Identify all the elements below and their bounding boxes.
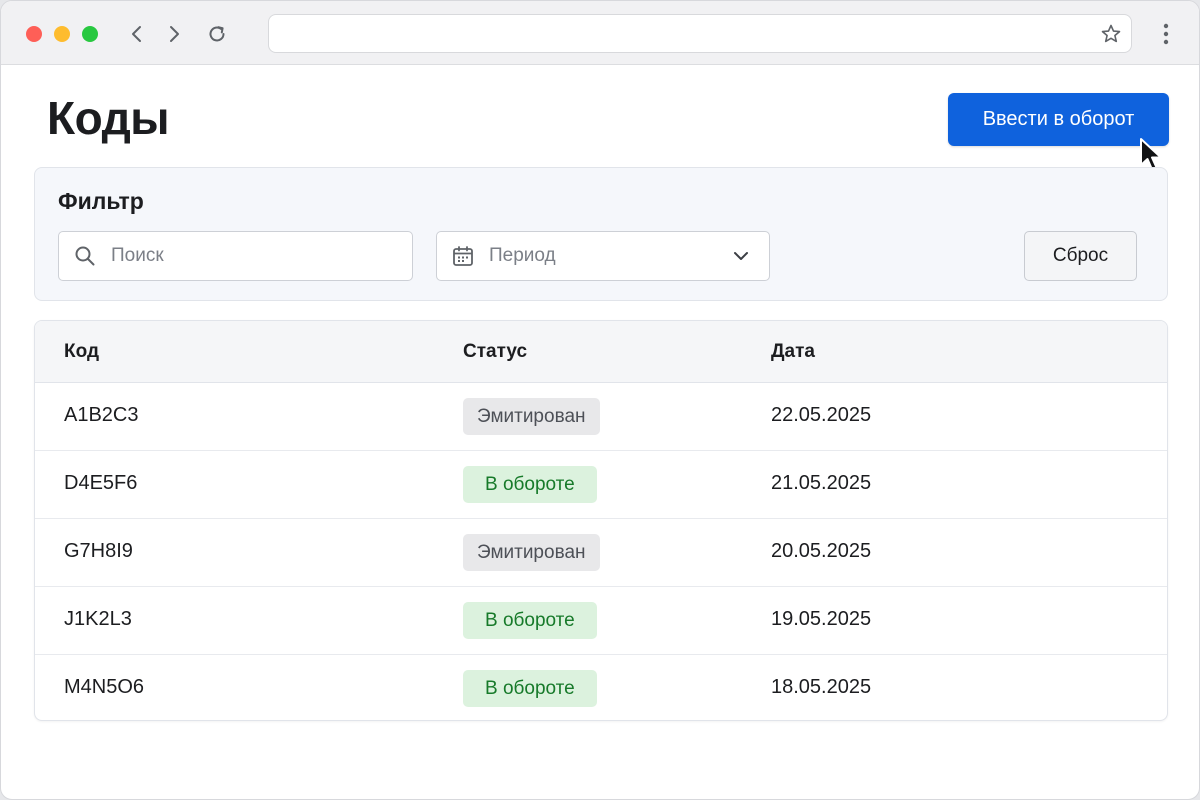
status-badge: В обороте — [463, 670, 597, 707]
status-badge: В обороте — [463, 466, 597, 503]
column-header-code[interactable]: Код — [64, 341, 99, 363]
search-field[interactable] — [58, 231, 413, 281]
search-input[interactable] — [111, 245, 361, 267]
table-header: Код Статус Дата — [35, 321, 1167, 383]
status-badge: Эмитирован — [463, 398, 600, 435]
close-window-button[interactable] — [26, 26, 42, 42]
reset-button[interactable]: Сброс — [1024, 231, 1137, 281]
forward-button[interactable] — [159, 19, 189, 49]
table-row[interactable]: J1K2L3 В обороте 19.05.2025 — [35, 587, 1167, 655]
code-cell: J1K2L3 — [64, 608, 132, 630]
address-bar[interactable] — [268, 14, 1132, 53]
date-cell: 20.05.2025 — [771, 540, 872, 562]
minimize-window-button[interactable] — [54, 26, 70, 42]
table-row[interactable]: M4N5O6 В обороте 18.05.2025 — [35, 655, 1167, 720]
period-select[interactable]: Период — [436, 231, 770, 281]
page-title: Коды — [47, 92, 170, 144]
period-placeholder: Период — [489, 245, 556, 266]
chevron-right-icon — [170, 26, 179, 42]
date-cell: 22.05.2025 — [771, 404, 872, 426]
maximize-window-button[interactable] — [82, 26, 98, 42]
filter-panel: Фильтр Период Сброс — [34, 167, 1168, 301]
filter-title: Фильтр — [58, 188, 144, 214]
codes-table: Код Статус Дата A1B2C3 Эмитирован 22.05.… — [34, 320, 1168, 721]
code-cell: G7H8I9 — [64, 540, 133, 562]
column-header-status[interactable]: Статус — [463, 341, 527, 363]
table-row[interactable]: G7H8I9 Эмитирован 20.05.2025 — [35, 519, 1167, 587]
reload-button[interactable] — [202, 19, 232, 49]
code-cell: A1B2C3 — [64, 404, 139, 426]
browser-menu-button[interactable] — [1153, 19, 1179, 49]
chevron-down-icon — [734, 252, 748, 260]
status-badge: В обороте — [463, 602, 597, 639]
reload-icon — [209, 26, 225, 42]
chevron-left-icon — [132, 26, 141, 42]
table-row[interactable]: A1B2C3 Эмитирован 22.05.2025 — [35, 383, 1167, 451]
column-header-date[interactable]: Дата — [771, 341, 815, 363]
browser-toolbar — [1, 1, 1199, 65]
date-cell: 21.05.2025 — [771, 472, 872, 494]
star-icon[interactable] — [1100, 23, 1122, 45]
date-cell: 18.05.2025 — [771, 676, 872, 698]
date-cell: 19.05.2025 — [771, 608, 872, 630]
code-cell: M4N5O6 — [64, 676, 145, 698]
calendar-icon — [453, 246, 473, 266]
put-into-circulation-button[interactable]: Ввести в оборот — [948, 93, 1169, 146]
search-icon — [75, 246, 95, 266]
browser-window: Коды Ввести в оборот Фильтр Поиск Период… — [0, 0, 1200, 800]
code-cell: D4E5F6 — [64, 472, 138, 494]
table-row[interactable]: D4E5F6 В обороте 21.05.2025 — [35, 451, 1167, 519]
kebab-menu-icon — [1163, 23, 1169, 45]
status-badge: Эмитирован — [463, 534, 600, 571]
back-button[interactable] — [122, 19, 152, 49]
